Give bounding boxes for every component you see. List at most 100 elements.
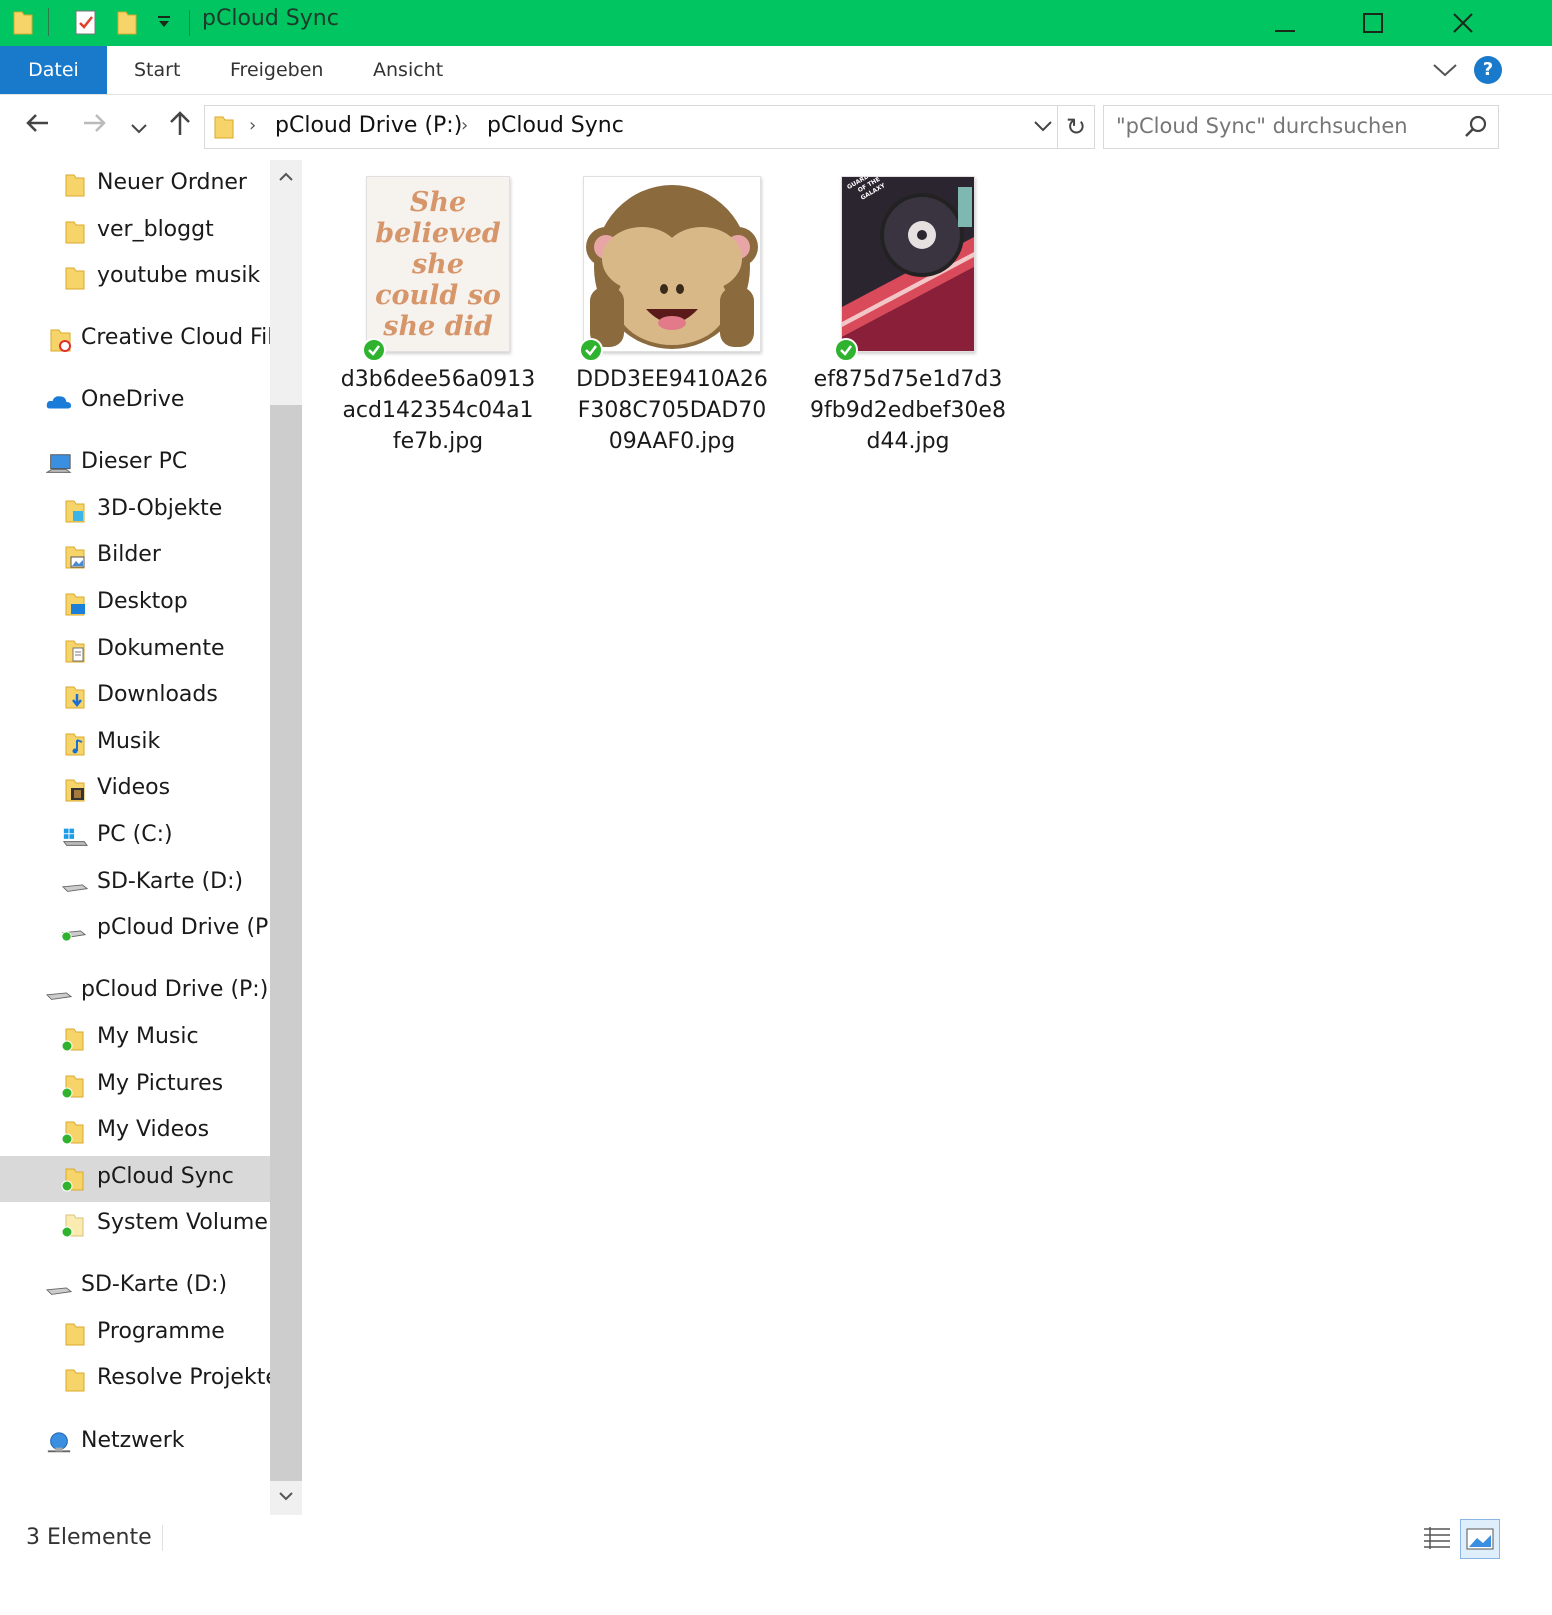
sidebar-item-neuer-ordner[interactable]: Neuer Ordner [0, 162, 270, 208]
videos-folder-icon [65, 779, 85, 802]
tab-start[interactable]: Start [134, 46, 180, 94]
file-name[interactable]: d3b6dee56a0913acd142354c04a1fe7b.jpg [340, 364, 536, 457]
sync-status-check-icon [579, 338, 603, 362]
close-icon [1453, 13, 1473, 33]
forward-button[interactable] [80, 109, 108, 143]
sidebar-item-musik[interactable]: Musik [0, 721, 270, 767]
back-arrow-icon [26, 114, 48, 132]
folder-icon [65, 221, 85, 244]
item-count: 3 Elemente [26, 1525, 152, 1550]
sidebar-item-label: Bilder [97, 542, 161, 567]
sidebar-item-label: System Volume Information [97, 1210, 270, 1235]
tab-datei[interactable]: Datei [0, 46, 107, 94]
sidebar-item-pcloud-drive-pc[interactable]: pCloud Drive (P:) [0, 907, 270, 953]
folder-icon [213, 114, 235, 144]
sidebar-item-my-pictures[interactable]: My Pictures [0, 1063, 270, 1109]
pictures-folder-icon [65, 546, 85, 569]
chevron-down-icon [1034, 121, 1052, 132]
scroll-down-button[interactable] [270, 1479, 302, 1515]
up-arrow-icon [170, 111, 190, 135]
file-item[interactable]: DDD3EE9410A26F308C705DAD7009AAF0.jpg [574, 176, 770, 457]
sidebar-item-label: Creative Cloud Files [81, 325, 270, 350]
chevron-right-icon[interactable]: › [461, 115, 468, 136]
sidebar-item-label: OneDrive [81, 387, 185, 412]
large-icons-view-button[interactable] [1460, 1519, 1500, 1559]
search-input[interactable]: "pCloud Sync" durchsuchen [1116, 114, 1408, 138]
sidebar-item-label: SD-Karte (D:) [81, 1272, 228, 1297]
file-name[interactable]: DDD3EE9410A26F308C705DAD7009AAF0.jpg [574, 364, 770, 457]
customize-quick-access-icon[interactable] [156, 14, 172, 34]
breadcrumb-pcloud-drive[interactable]: pCloud Drive (P:) [275, 113, 462, 138]
sidebar-item-sd-karte-root[interactable]: SD-Karte (D:) [0, 1264, 270, 1310]
maximize-button[interactable] [1328, 0, 1418, 46]
sidebar-item-label: My Videos [97, 1117, 210, 1142]
sidebar-item-sd-karte[interactable]: SD-Karte (D:) [0, 861, 270, 907]
close-button[interactable] [1418, 0, 1508, 46]
sidebar-item-ver-bloggt[interactable]: ver_bloggt [0, 209, 270, 255]
details-view-button[interactable] [1418, 1519, 1456, 1557]
sidebar-item-3d-objekte[interactable]: 3D-Objekte [0, 488, 270, 534]
3d-objects-folder-icon [65, 500, 85, 523]
sidebar-item-downloads[interactable]: Downloads [0, 674, 270, 720]
tab-ansicht[interactable]: Ansicht [373, 46, 443, 94]
sidebar-item-label: Neuer Ordner [97, 170, 247, 195]
sidebar-item-label: My Music [97, 1024, 199, 1049]
search-box[interactable]: "pCloud Sync" durchsuchen [1103, 105, 1499, 149]
sidebar-item-desktop[interactable]: Desktop [0, 581, 270, 627]
network-icon [47, 1432, 71, 1453]
sidebar-item-dieser-pc[interactable]: Dieser PC [0, 441, 270, 487]
sidebar-item-pcloud-sync[interactable]: pCloud Sync [0, 1156, 270, 1202]
window-title: pCloud Sync [202, 6, 339, 31]
sidebar-item-label: Dieser PC [81, 449, 188, 474]
file-item[interactable]: GUARDIANS OF THE GALAXY ef875d75e1d7d39f… [810, 176, 1006, 457]
sidebar-item-pcloud-drive[interactable]: pCloud Drive (P:) [0, 969, 270, 1015]
sidebar-item-label: Programme [97, 1319, 225, 1344]
up-button[interactable] [166, 109, 194, 143]
sidebar-item-programme[interactable]: Programme [0, 1311, 270, 1357]
sidebar-scrollbar-thumb[interactable] [270, 405, 302, 1481]
file-item[interactable]: She believed she could so she did d3b6de… [340, 176, 536, 457]
sidebar-item-videos[interactable]: Videos [0, 767, 270, 813]
address-history-button[interactable] [1033, 118, 1053, 138]
scroll-up-button[interactable] [270, 160, 302, 196]
monkey-emoji-icon [586, 185, 758, 349]
sidebar-item-system-volume-information[interactable]: System Volume Information [0, 1202, 270, 1248]
file-list[interactable]: She believed she could so she did d3b6de… [302, 160, 1552, 1515]
back-button[interactable] [24, 109, 52, 143]
sidebar-item-dokumente[interactable]: Dokumente [0, 628, 270, 674]
recent-locations-button[interactable] [130, 115, 148, 143]
address-bar[interactable]: › pCloud Drive (P:) › pCloud Sync [204, 105, 1058, 149]
sidebar-item-pc-c[interactable]: PC (C:) [0, 814, 270, 860]
minimize-button[interactable] [1240, 0, 1330, 46]
properties-icon[interactable] [74, 8, 98, 40]
folder-icon[interactable] [12, 8, 34, 40]
folder-icon [65, 1369, 85, 1392]
tab-freigeben[interactable]: Freigeben [230, 46, 323, 94]
sidebar-item-youtube-musik[interactable]: youtube musik [0, 255, 270, 301]
new-folder-icon[interactable] [116, 8, 138, 40]
search-icon[interactable] [1464, 114, 1488, 142]
sidebar-item-netzwerk[interactable]: Netzwerk [0, 1420, 270, 1466]
see-no-evil-monkey-thumbnail [583, 176, 761, 352]
sidebar-item-label: Downloads [97, 682, 218, 707]
title-divider [189, 10, 190, 36]
sidebar-item-my-music[interactable]: My Music [0, 1016, 270, 1062]
expand-ribbon-button[interactable] [1432, 60, 1458, 84]
sidebar-item-bilder[interactable]: Bilder [0, 534, 270, 580]
file-name[interactable]: ef875d75e1d7d39fb9d2edbef30e8d44.jpg [810, 364, 1006, 457]
sidebar-item-my-videos[interactable]: My Videos [0, 1109, 270, 1155]
help-button[interactable]: ? [1474, 56, 1502, 84]
sidebar-item-onedrive[interactable]: OneDrive [0, 379, 270, 425]
cassette-poster-thumbnail: GUARDIANS OF THE GALAXY [841, 176, 975, 352]
downloads-folder-icon [65, 686, 85, 709]
chevron-right-icon[interactable]: › [249, 115, 256, 136]
documents-folder-icon [65, 640, 85, 663]
details-view-icon [1424, 1527, 1450, 1549]
refresh-button[interactable]: ↻ [1058, 105, 1095, 149]
breadcrumb-pcloud-sync[interactable]: pCloud Sync [487, 113, 624, 138]
sidebar-item-label: SD-Karte (D:) [97, 869, 244, 894]
sidebar-item-creative-cloud-files[interactable]: Creative Cloud Files [0, 317, 270, 363]
folder-icon [65, 267, 85, 290]
sidebar-item-resolve-projekte[interactable]: Resolve Projekte [0, 1357, 270, 1403]
sidebar-item-label: PC (C:) [97, 822, 173, 847]
